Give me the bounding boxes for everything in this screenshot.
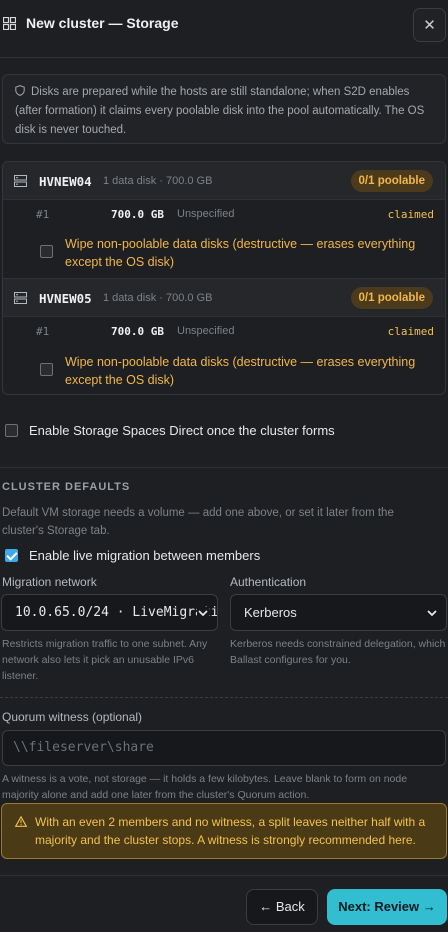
authentication-value: Kerberos: [244, 605, 297, 620]
disk-kind: Unspecified: [177, 208, 235, 220]
s2d-option[interactable]: Enable Storage Spaces Direct once the cl…: [5, 423, 405, 439]
server-icon: [14, 292, 27, 304]
section-note: Default VM storage needs a volume — add …: [2, 507, 394, 537]
migration-network-label: Migration network: [2, 575, 97, 589]
authentication-select[interactable]: Kerberos: [230, 594, 447, 631]
quorum-placeholder: \\fileserver\share: [13, 740, 154, 755]
server-icon: [14, 175, 27, 187]
warning-icon: [15, 816, 27, 827]
migration-network-value: 10.0.65.0/24 · LiveMigration: [15, 605, 218, 620]
back-button[interactable]: ← Back: [246, 889, 318, 925]
live-migration-label: Enable live migration between members: [29, 548, 261, 563]
shield-icon: [15, 85, 25, 96]
next-review-button[interactable]: Next: Review →: [327, 889, 447, 925]
host-meta: 1 data disk · 700.0 GB: [103, 292, 213, 304]
wipe-checkbox[interactable]: [40, 245, 53, 258]
wipe-label: Wipe non-poolable data disks (destructiv…: [65, 355, 416, 387]
footer-divider: [0, 875, 448, 876]
s2d-checkbox[interactable]: [5, 424, 18, 437]
cluster-grid-icon: [3, 17, 16, 30]
live-migration-option[interactable]: Enable live migration between members: [5, 548, 405, 564]
chevron-down-icon: [427, 610, 437, 617]
host-header: HVNEW05 1 data disk · 700.0 GB 0/1 poola…: [3, 279, 445, 317]
warning-text: With an even 2 members and no witness, a…: [35, 815, 426, 847]
quorum-witness-input[interactable]: \\fileserver\share: [2, 730, 446, 766]
chevron-down-icon: [197, 607, 209, 619]
disk-row: #1 700.0 GB Unspecified claimed: [3, 203, 445, 227]
witness-warning: With an even 2 members and no witness, a…: [1, 803, 447, 859]
disk-index: #1: [36, 325, 50, 338]
info-text: Disks are prepared while the hosts are s…: [15, 86, 425, 136]
disk-size: 700.0 GB: [111, 325, 164, 338]
disk-state: claimed: [387, 208, 434, 221]
disk-size: 700.0 GB: [111, 208, 164, 221]
dialog-header: New cluster — Storage ✕: [0, 0, 448, 58]
migration-network-help: Restricts migration traffic to one subne…: [2, 638, 208, 682]
host-name: HVNEW05: [39, 291, 92, 306]
host-name: HVNEW04: [39, 174, 92, 189]
poolable-badge: 0/1 poolable: [350, 170, 433, 192]
host-meta: 1 data disk · 700.0 GB: [103, 175, 213, 187]
poolable-badge: 0/1 poolable: [350, 287, 433, 309]
hosts-panel: HVNEW04 1 data disk · 700.0 GB 0/1 poola…: [2, 161, 446, 395]
section-divider: [0, 467, 448, 468]
s2d-label: Enable Storage Spaces Direct once the cl…: [29, 423, 335, 438]
dashed-divider: [0, 697, 448, 698]
authentication-help: Kerberos needs constrained delegation, w…: [230, 638, 446, 666]
quorum-help: A witness is a vote, not storage — it ho…: [2, 773, 408, 801]
wipe-label: Wipe non-poolable data disks (destructiv…: [65, 237, 416, 269]
close-icon: ✕: [423, 17, 436, 34]
host-header: HVNEW04 1 data disk · 700.0 GB 0/1 poola…: [3, 162, 445, 200]
section-title: CLUSTER DEFAULTS: [2, 481, 131, 493]
quorum-label: Quorum witness (optional): [2, 710, 143, 724]
wipe-checkbox[interactable]: [40, 363, 53, 376]
authentication-label: Authentication: [230, 575, 307, 589]
disk-kind: Unspecified: [177, 325, 235, 337]
disk-state: claimed: [387, 325, 434, 338]
migration-network-select[interactable]: 10.0.65.0/24 · LiveMigration: [1, 594, 218, 631]
disk-index: #1: [36, 208, 50, 221]
dialog-title: New cluster — Storage: [26, 15, 179, 31]
info-notice: Disks are prepared while the hosts are s…: [2, 74, 446, 144]
close-button[interactable]: ✕: [413, 8, 446, 42]
wipe-option[interactable]: Wipe non-poolable data disks (destructiv…: [3, 233, 445, 273]
wipe-option[interactable]: Wipe non-poolable data disks (destructiv…: [3, 351, 445, 391]
live-migration-checkbox[interactable]: [5, 549, 18, 562]
disk-row: #1 700.0 GB Unspecified claimed: [3, 320, 445, 344]
